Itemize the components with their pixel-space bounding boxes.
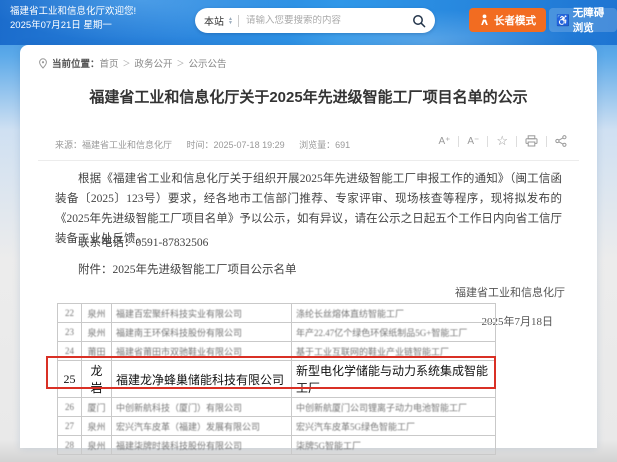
table-row: 22 泉州 福建百宏聚纤科技实业有限公司 涤纶长丝熔体直纺智能工厂 [58,304,496,323]
breadcrumb-separator: ＞ [123,58,131,69]
cell-company: 福建百宏聚纤科技实业有限公司 [112,304,292,323]
cell-company: 福建柒牌时装科技股份有限公司 [112,436,292,455]
cell-no: 22 [58,304,82,323]
attachment-link[interactable]: 附件：2025年先进级智能工厂项目公示名单 [55,261,297,277]
site-header: 福建省工业和信息化厅欢迎您! 2025年07月21日 星期一 本站 ▲▼ 长者模… [0,0,617,45]
table-row: 26 厦门 中创新航科技（厦门）有限公司 中创新航厦门公司锂离子动力电池智能工厂 [58,398,496,417]
cell-project: 中创新航厦门公司锂离子动力电池智能工厂 [292,398,496,417]
cell-company: 中创新航科技（厦门）有限公司 [112,398,292,417]
header-date: 2025年07月21日 星期一 [10,19,136,33]
cell-company: 福建南王环保科技股份有限公司 [112,323,292,342]
cell-company: 宏兴汽车皮革（福建）发展有限公司 [112,417,292,436]
search-icon[interactable] [412,14,426,28]
cell-city: 泉州 [82,417,112,436]
breadcrumb-separator: ＞ [177,58,185,69]
meta-time: 时间：2025-07-18 19:29 [187,140,285,150]
contact-phone: 联系电话：0591-87832506 [55,234,208,250]
page-title: 福建省工业和信息化厅关于2025年先进级智能工厂项目名单的公示 [40,87,577,109]
cell-company: 福建龙净蜂巢储能科技有限公司 [112,361,292,398]
breadcrumb: 当前位置： 首页 ＞ 政务公开 ＞ 公示公告 [38,56,227,70]
print-icon[interactable] [517,135,546,147]
search-input[interactable] [246,15,412,26]
font-smaller-button[interactable]: A⁻ [459,136,487,147]
announcement-table: 22 泉州 福建百宏聚纤科技实业有限公司 涤纶长丝熔体直纺智能工厂 23 泉州 … [57,303,496,455]
cell-no: 25 [58,361,82,398]
breadcrumb-notice[interactable]: 公示公告 [189,56,227,70]
elder-mode-label: 长者模式 [494,13,536,28]
wheelchair-icon: ♿ [556,14,570,27]
breadcrumb-home[interactable]: 首页 [100,56,119,70]
cell-city: 泉州 [82,304,112,323]
table-row: 28 泉州 福建柒牌时装科技股份有限公司 柒牌5G智能工厂 [58,436,496,455]
breadcrumb-gov[interactable]: 政务公开 [135,56,173,70]
search-scope-select[interactable]: 本站 [204,13,224,28]
header-welcome-block: 福建省工业和信息化厅欢迎您! 2025年07月21日 星期一 [10,5,136,33]
favorite-star-icon[interactable]: ☆ [488,133,516,149]
page: 福建省工业和信息化厅欢迎您! 2025年07月21日 星期一 本站 ▲▼ 长者模… [0,0,617,462]
accessibility-label: 无障碍浏览 [573,5,610,35]
cell-project: 涤纶长丝熔体直纺智能工厂 [292,304,496,323]
location-icon [38,58,48,69]
share-icon[interactable] [547,135,575,147]
cell-project: 年产22.47亿个绿色环保纸制品5G+智能工厂 [292,323,496,342]
cell-project: 基于工业互联网的鞋业产业链智能工厂 [292,342,496,361]
cell-project: 新型电化学储能与动力系统集成智能工厂 [292,361,496,398]
cell-city: 龙岩 [82,361,112,398]
cell-city: 泉州 [82,436,112,455]
article-toolbar: A⁺ A⁻ ☆ [430,133,575,149]
cell-no: 28 [58,436,82,455]
welcome-text: 福建省工业和信息化厅欢迎您! [10,5,136,19]
cell-no: 23 [58,323,82,342]
signature-org: 福建省工业和信息化厅 [455,284,565,300]
table-row: 24 莆田 福建省莆田市双驰鞋业有限公司 基于工业互联网的鞋业产业链智能工厂 [58,342,496,361]
breadcrumb-label: 当前位置： [52,56,100,70]
cell-no: 26 [58,398,82,417]
meta-divider [38,160,579,161]
font-larger-button[interactable]: A⁺ [430,136,458,147]
accessibility-button[interactable]: ♿ 无障碍浏览 [549,8,617,32]
search-bar[interactable]: 本站 ▲▼ [195,8,435,33]
cell-project: 柒牌5G智能工厂 [292,436,496,455]
cell-city: 厦门 [82,398,112,417]
elder-person-icon [479,14,490,26]
content-card: 当前位置： 首页 ＞ 政务公开 ＞ 公示公告 福建省工业和信息化厅关于2025年… [20,45,597,448]
search-divider [238,15,239,27]
cell-company: 福建省莆田市双驰鞋业有限公司 [112,342,292,361]
cell-no: 24 [58,342,82,361]
chevron-updown-icon: ▲▼ [228,17,233,25]
table-row: 23 泉州 福建南王环保科技股份有限公司 年产22.47亿个绿色环保纸制品5G+… [58,323,496,342]
cell-city: 莆田 [82,342,112,361]
meta-views: 浏览量：691 [299,140,350,150]
table-row: 27 泉州 宏兴汽车皮革（福建）发展有限公司 宏兴汽车皮革5G绿色智能工厂 [58,417,496,436]
cell-city: 泉州 [82,323,112,342]
elder-mode-button[interactable]: 长者模式 [469,8,546,32]
table-row-highlighted: 25 龙岩 福建龙净蜂巢储能科技有限公司 新型电化学储能与动力系统集成智能工厂 [58,361,496,398]
article-meta: 来源：福建省工业和信息化厅 时间：2025-07-18 19:29 浏览量：69… [55,138,362,151]
cell-no: 27 [58,417,82,436]
meta-source: 来源：福建省工业和信息化厅 [55,140,172,150]
cell-project: 宏兴汽车皮革5G绿色智能工厂 [292,417,496,436]
